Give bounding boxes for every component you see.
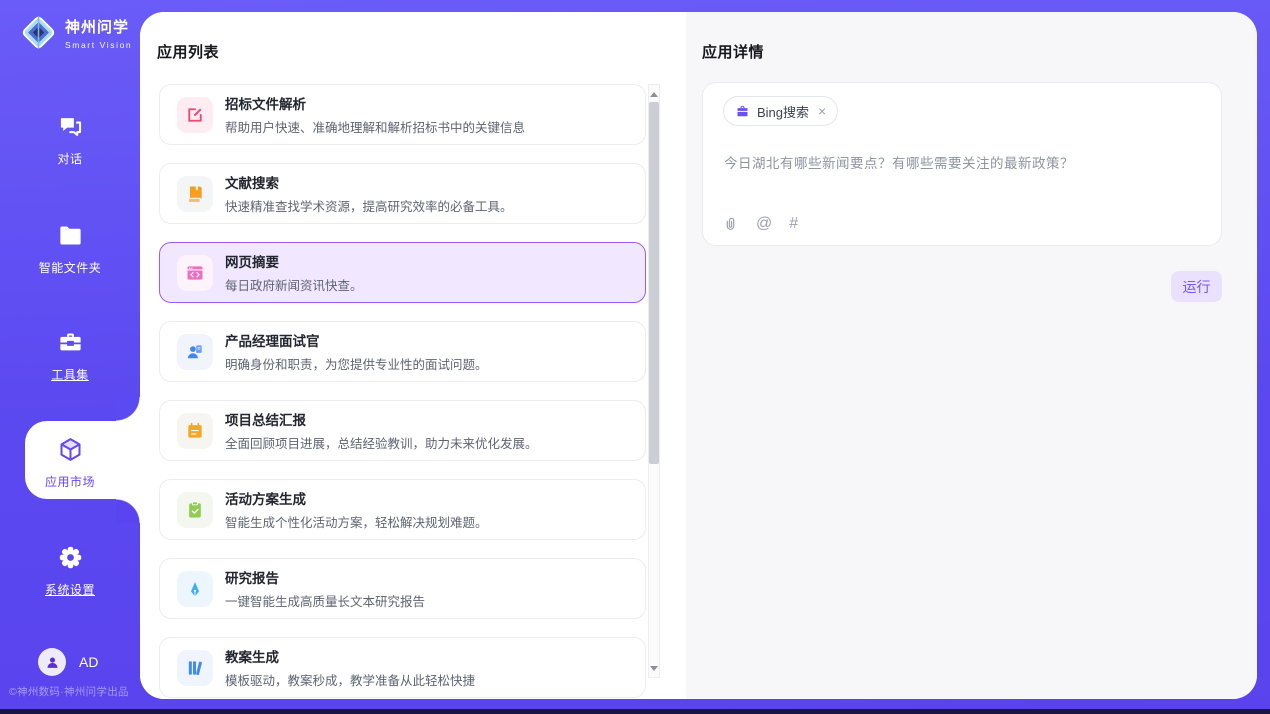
main-content: 应用列表 招标文件解析 帮助用户快速、准确地理解和解析招标书中的关键信息 [140,12,1257,699]
app-detail-panel: 应用详情 Bing搜索 × 今日湖北有哪些新闻要点？有哪些需要关注的最新政策？ [686,12,1257,699]
app-card-web-summary[interactable]: 网页摘要 每日政府新闻资讯快查。 [159,242,646,303]
book-icon [177,176,213,212]
app-card-literature-search[interactable]: 文献搜索 快速精准查找学术资源，提高研究效率的必备工具。 [159,163,646,224]
mention-icon[interactable]: @ [756,215,772,233]
composer-toolbar: @ # [722,215,798,233]
quill-icon [177,571,213,607]
app-list-title: 应用列表 [157,41,219,62]
app-card-title: 研究报告 [225,567,425,587]
note-icon [177,413,213,449]
app-card-title: 文献搜索 [225,172,513,192]
scroll-down-arrow-icon[interactable] [649,661,659,675]
interviewer-icon [177,334,213,370]
chat-icon [57,113,84,140]
sidebar-item-smart-folder[interactable]: 智能文件夹 [0,222,140,276]
app-card-desc: 模板驱动，教案秒成，教学准备从此轻松快捷 [225,670,475,689]
app-card-research-report[interactable]: 研究报告 一键智能生成高质量长文本研究报告 [159,558,646,619]
user-name: AD [79,654,98,670]
prompt-input[interactable]: 今日湖北有哪些新闻要点？有哪些需要关注的最新政策？ [724,152,1201,172]
app-card-title: 项目总结汇报 [225,409,538,429]
app-detail-title: 应用详情 [702,41,764,62]
toolbox-icon [57,329,84,356]
clipboard-check-icon [177,492,213,528]
app-card-event-plan[interactable]: 活动方案生成 智能生成个性化活动方案，轻松解决规划难题。 [159,479,646,540]
app-card-list: 招标文件解析 帮助用户快速、准确地理解和解析招标书中的关键信息 文献搜索 快速精… [159,84,646,699]
sidebar-item-label: 应用市场 [0,473,140,490]
close-icon[interactable]: × [818,104,826,118]
app-card-pm-interviewer[interactable]: 产品经理面试官 明确身份和职责，为您提供专业性的面试问题。 [159,321,646,382]
avatar[interactable] [38,648,66,676]
brand-diamond-icon [20,14,57,51]
tool-tag-bing-search: Bing搜索 × [723,96,838,126]
app-card-lesson-plan[interactable]: 教案生成 模板驱动，教案秒成，教学准备从此轻松快捷 [159,637,646,698]
app-card-desc: 明确身份和职责，为您提供专业性的面试问题。 [225,354,488,373]
folder-icon [57,222,84,249]
app-card-desc: 帮助用户快速、准确地理解和解析招标书中的关键信息 [225,117,525,136]
prompt-card: Bing搜索 × 今日湖北有哪些新闻要点？有哪些需要关注的最新政策？ @ # [702,82,1222,246]
app-list-panel: 应用列表 招标文件解析 帮助用户快速、准确地理解和解析招标书中的关键信息 [140,12,686,699]
books-icon [177,650,213,686]
app-card-title: 网页摘要 [225,251,363,271]
app-card-desc: 一键智能生成高质量长文本研究报告 [225,591,425,610]
sidebar-item-label: 系统设置 [0,581,140,598]
sidebar-item-app-market[interactable]: 应用市场 [0,436,140,490]
sidebar-item-chat[interactable]: 对话 [0,113,140,167]
tab-curve-top [116,397,140,421]
sidebar-item-settings[interactable]: 系统设置 [0,544,140,598]
app-card-desc: 智能生成个性化活动方案，轻松解决规划难题。 [225,512,488,531]
app-logo: 神州问学 Smart Vision [20,14,132,51]
attachment-icon[interactable] [722,216,739,233]
briefcase-icon [735,104,750,119]
person-icon [44,654,61,671]
app-card-title: 招标文件解析 [225,93,525,113]
app-card-title: 教案生成 [225,646,475,666]
scrollbar-thumb[interactable] [649,102,659,464]
app-card-title: 活动方案生成 [225,488,488,508]
copyright-text: ©神州数码·神州问学出品 [9,684,140,699]
sidebar: 神州问学 Smart Vision 对话 智能文件夹 [0,0,140,714]
brand-name: 神州问学 [65,19,129,36]
user-row: AD [38,648,98,676]
tab-curve-bottom [116,499,140,523]
app-card-desc: 每日政府新闻资讯快查。 [225,275,363,294]
app-card-title: 产品经理面试官 [225,330,488,350]
app-card-bid-analysis[interactable]: 招标文件解析 帮助用户快速、准确地理解和解析招标书中的关键信息 [159,84,646,145]
gear-icon [57,544,84,571]
brand-subtitle: Smart Vision [65,40,132,50]
run-button[interactable]: 运行 [1171,271,1222,302]
sidebar-item-toolset[interactable]: 工具集 [0,329,140,383]
edit-icon [177,97,213,133]
bottom-edge-bar [0,709,1270,714]
list-scrollbar[interactable] [648,84,660,678]
browser-code-icon [177,255,213,291]
sidebar-item-label: 智能文件夹 [0,259,140,276]
cube-icon [57,436,84,463]
sidebar-item-label: 工具集 [0,366,140,383]
sidebar-item-label: 对话 [0,150,140,167]
hashtag-icon[interactable]: # [789,215,798,233]
app-card-desc: 全面回顾项目进展，总结经验教训，助力未来优化发展。 [225,433,538,452]
tool-tag-label: Bing搜索 [757,102,809,121]
scroll-up-arrow-icon[interactable] [649,87,659,101]
app-card-desc: 快速精准查找学术资源，提高研究效率的必备工具。 [225,196,513,215]
app-card-project-summary[interactable]: 项目总结汇报 全面回顾项目进展，总结经验教训，助力未来优化发展。 [159,400,646,461]
